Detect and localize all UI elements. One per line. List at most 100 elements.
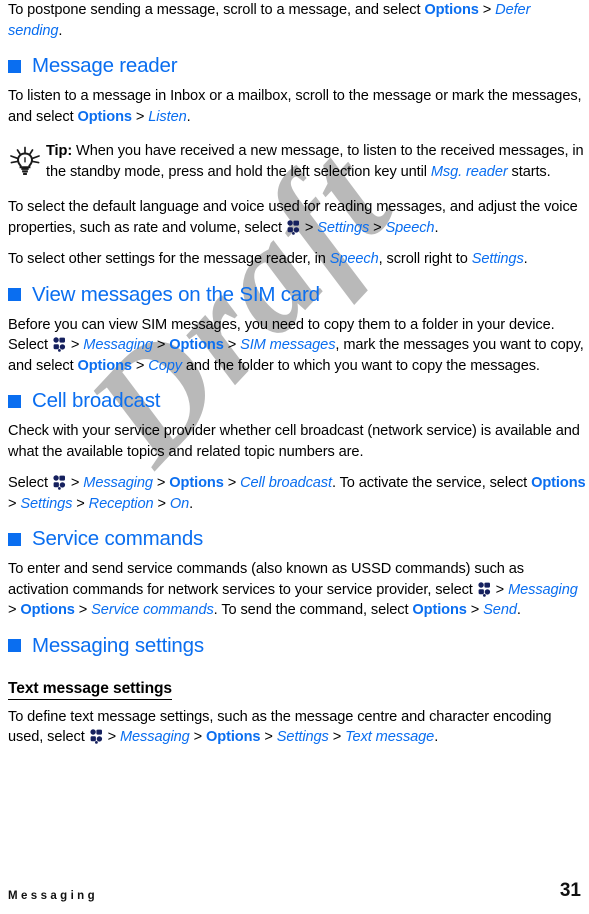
text-run: . (186, 108, 191, 125)
navi-menu-key-icon (53, 475, 66, 490)
path-separator: > (66, 337, 84, 353)
sim-copy-paragraph: Before you can view SIM messages, you ne… (8, 315, 586, 377)
section-heading-messaging-settings: Messaging settings (8, 634, 586, 658)
navi-menu-key-icon (287, 219, 300, 235)
menu-path-service-commands: Service commands (91, 602, 214, 618)
section-heading-label: Service commands (32, 527, 204, 550)
menu-path-text-message: Text message (345, 729, 435, 745)
cell-broadcast-check-paragraph: Check with your service provider whether… (8, 423, 580, 460)
path-separator: > (66, 475, 84, 491)
navi-menu-key-icon (90, 729, 103, 744)
intro-paragraph: To postpone sending a message, scroll to… (8, 0, 586, 41)
menu-path-options: Options (206, 729, 261, 745)
menu-path-options: Options (424, 2, 479, 18)
path-separator: > (223, 337, 241, 353)
menu-path-settings: Settings (20, 495, 73, 512)
menu-path-reception: Reception (88, 495, 154, 512)
menu-path-options: Options (20, 602, 75, 618)
path-separator: > (8, 495, 21, 512)
path-separator: > (74, 602, 92, 618)
menu-path-on: On (169, 495, 190, 512)
section-heading-service-commands: Service commands (8, 527, 586, 551)
tip-text: Tip: When you have received a new messag… (46, 141, 586, 182)
menu-path-messaging: Messaging (119, 729, 190, 745)
path-separator: > (72, 495, 89, 512)
menu-path-settings: Settings (471, 251, 524, 267)
text-run: . (189, 495, 194, 512)
text-run: . (516, 602, 521, 618)
menu-path-settings: Settings (276, 729, 329, 745)
menu-path-speech: Speech (329, 251, 379, 267)
menu-path-messaging: Messaging (83, 337, 153, 353)
tip-block: Tip: When you have received a new messag… (8, 141, 586, 184)
path-separator: > (478, 2, 496, 18)
blue-square-bullet-icon (8, 532, 21, 546)
tip-label: Tip: (46, 143, 73, 159)
section-heading-cell-broadcast: Cell broadcast (8, 389, 586, 413)
path-separator: > (189, 729, 207, 745)
path-separator: > (152, 337, 170, 353)
text-run: To postpone sending a message, scroll to… (8, 2, 425, 18)
navi-menu-key-icon (53, 337, 66, 352)
menu-path-msg-reader: Msg. reader (430, 163, 508, 180)
text-run: . To send the command, select (213, 602, 413, 618)
menu-path-options: Options (531, 475, 586, 491)
section-heading-view-messages-sim-card: View messages on the SIM card (8, 283, 586, 307)
footer-page-number: 31 (559, 880, 581, 901)
text-run: . (434, 219, 439, 236)
text-run: and the folder to which you want to copy… (181, 357, 540, 374)
text-run: , scroll right to (378, 251, 472, 267)
section-heading-label: Cell broadcast (32, 389, 161, 412)
menu-path-listen: Listen (148, 108, 187, 125)
page-content: To postpone sending a message, scroll to… (8, 0, 586, 759)
path-separator: > (466, 602, 484, 618)
menu-path-messaging: Messaging (83, 475, 153, 491)
text-run: . (434, 729, 439, 745)
path-separator: > (152, 475, 170, 491)
menu-path-sim-messages: SIM messages (240, 337, 336, 353)
text-run: starts. (507, 163, 551, 180)
menu-path-copy: Copy (148, 357, 182, 374)
section-heading-label: Message reader (32, 54, 178, 77)
path-separator: > (300, 219, 318, 236)
path-separator: > (491, 581, 509, 598)
blue-square-bullet-icon (8, 639, 21, 652)
section-heading-message-reader: Message reader (8, 54, 586, 78)
menu-path-messaging: Messaging (508, 581, 578, 598)
document-page: To postpone sending a message, scroll to… (0, 0, 589, 914)
navi-menu-key-icon (478, 581, 491, 597)
text-run: To enter and send service commands (also… (8, 561, 524, 598)
menu-path-options: Options (77, 108, 132, 125)
path-separator: > (103, 729, 120, 745)
blue-square-bullet-icon (8, 59, 21, 73)
menu-path-speech: Speech (385, 219, 435, 236)
section-heading-label: Messaging settings (32, 633, 204, 657)
menu-path-options: Options (169, 475, 224, 491)
reader-other-settings-paragraph: To select other settings for the message… (8, 249, 586, 270)
subheading-wrap: Text message settings (8, 666, 586, 707)
subheading-text-message-settings: Text message settings (8, 680, 172, 700)
speech-settings-paragraph: To select the default language and voice… (8, 197, 586, 238)
text-run: . (523, 251, 528, 267)
menu-path-options: Options (169, 337, 224, 353)
cell-broadcast-select-paragraph: Select > Messaging > Options > Cell broa… (8, 473, 586, 514)
text-run: . To activate the service, select (331, 475, 532, 491)
menu-path-send: Send (483, 602, 517, 618)
blue-square-bullet-icon (8, 288, 21, 301)
text-message-settings-paragraph: To define text message settings, such as… (8, 707, 586, 748)
path-separator: > (153, 495, 170, 512)
footer-chapter-name: Messaging (8, 890, 99, 902)
path-separator: > (131, 357, 149, 374)
path-separator: > (8, 602, 21, 618)
page-footer: Messaging 31 (8, 880, 581, 902)
service-commands-paragraph: To enter and send service commands (also… (8, 559, 586, 621)
path-separator: > (223, 475, 241, 491)
path-separator: > (260, 729, 277, 745)
menu-path-cell-broadcast: Cell broadcast (240, 475, 332, 491)
text-run: . (58, 22, 63, 39)
text-run: To select other settings for the message… (8, 251, 330, 267)
text-run: Select (8, 475, 52, 491)
menu-path-settings: Settings (317, 219, 370, 236)
menu-path-options: Options (412, 602, 467, 618)
path-separator: > (131, 108, 149, 125)
